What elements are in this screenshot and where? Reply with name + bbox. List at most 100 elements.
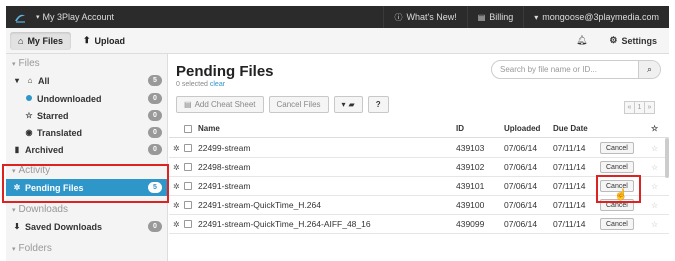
column-id[interactable]: ID [456,120,464,137]
sidebar: ▾ Files ▾ ⌂ All 5 Undownloaded 0 ☆ Starr… [6,54,168,261]
row-checkbox[interactable] [184,144,192,152]
search-input[interactable] [492,61,638,78]
pager-next-button[interactable]: » [644,101,655,114]
file-name[interactable]: 22491-stream [198,177,250,195]
billing-label: Billing [489,12,514,22]
spinner-icon: ✲ [173,219,180,229]
sidebar-section-folders[interactable]: ▾ Folders [12,243,52,254]
star-icon[interactable]: ☆ [651,215,658,233]
sidebar-item-label: Saved Downloads [25,221,103,232]
file-id: 439100 [456,200,485,210]
column-name[interactable]: Name [198,120,220,137]
row-checkbox[interactable] [184,163,192,171]
list-icon: ▤ [184,100,192,109]
top-navbar: ▾ My 3Play Account ⓘ What's New! ▤ Billi… [6,6,669,28]
table-header: Name ID Uploaded Due Date ☆ [169,120,669,138]
folder-icon: ▰ [348,100,355,109]
column-star-icon[interactable]: ☆ [651,120,658,137]
sidebar-item-translated[interactable]: ◉ Translated 0 [6,124,168,141]
star-icon[interactable]: ☆ [651,139,658,157]
table-row[interactable]: ✲ 22498-stream 439102 07/06/14 07/11/14 … [169,158,669,177]
table-row[interactable]: ✲ 22499-stream 439103 07/06/14 07/11/14 … [169,139,669,158]
chevron-down-icon: ▾ [341,100,346,109]
bell-icon[interactable]: 🔔︎ [576,35,587,46]
user-menu[interactable]: ▾ mongoose@3playmedia.com [523,6,669,28]
help-icon: ? [375,100,381,109]
section-label: Folders [18,243,52,254]
file-name[interactable]: 22499-stream [198,139,250,157]
row-checkbox[interactable] [184,201,192,209]
help-button[interactable]: ? [367,96,389,113]
due-date: 07/11/14 [553,181,586,191]
spinner-icon: ✲ [173,143,180,153]
due-date: 07/11/14 [553,200,586,210]
tab-my-files[interactable]: ⌂ My Files [10,31,71,50]
table-row[interactable]: ✲ 22491-stream-QuickTime_H.264-AIFF_48_1… [169,215,669,234]
whats-new-link[interactable]: ⓘ What's New! [383,6,466,28]
home-icon: ⌂ [27,76,33,85]
move-to-folder-dropdown[interactable]: ▾ ▰ [333,96,363,113]
button-label: Cancel Files [276,100,321,109]
row-checkbox[interactable] [184,182,192,190]
chevron-down-icon: ▾ [12,60,16,68]
download-icon: ⬇ [13,222,21,231]
count-badge: 0 [148,110,162,121]
cancel-button[interactable]: Cancel [600,218,634,230]
file-name[interactable]: 22491-stream-QuickTime_H.264 [198,196,321,214]
cancel-button[interactable]: Cancel [600,161,634,173]
file-name[interactable]: 22491-stream-QuickTime_H.264-AIFF_48_16 [198,215,371,233]
upload-icon: ⬆ [82,35,91,45]
select-all-checkbox[interactable] [184,124,192,133]
sidebar-item-undownloaded[interactable]: Undownloaded 0 [6,90,168,107]
account-label: My 3Play Account [42,12,115,22]
account-menu[interactable]: ▾ My 3Play Account [36,12,114,22]
tab-upload[interactable]: ⬆ Upload [75,32,133,50]
uploaded-date: 07/06/14 [504,162,538,172]
user-email: mongoose@3playmedia.com [542,12,659,22]
sidebar-item-saved-downloads[interactable]: ⬇ Saved Downloads 0 [6,218,168,235]
uploaded-date: 07/06/14 [504,219,538,229]
scrollbar[interactable] [665,138,669,178]
table-row[interactable]: ✲ 22491-stream-QuickTime_H.264 439100 07… [169,196,669,215]
row-checkbox[interactable] [184,220,192,228]
sidebar-item-starred[interactable]: ☆ Starred 0 [6,107,168,124]
section-label: Files [18,58,40,69]
count-badge: 0 [148,144,162,155]
star-icon[interactable]: ☆ [651,158,658,176]
sub-navbar: ⌂ My Files ⬆ Upload 🔔︎ ⚙ Settings [6,28,669,54]
column-uploaded[interactable]: Uploaded [504,120,540,137]
sidebar-item-label: Translated [37,127,83,138]
home-icon: ⌂ [18,35,24,46]
chevron-down-icon: ▾ [12,245,16,253]
billing-link[interactable]: ▤ Billing [466,6,524,28]
search-icon: ⌕ [646,64,653,74]
star-icon[interactable]: ☆ [651,196,658,214]
search-button[interactable]: ⌕ [638,61,660,78]
3play-logo-icon[interactable] [6,6,34,28]
button-label: Add Cheat Sheet [194,100,256,109]
cancel-button[interactable]: Cancel [600,142,634,154]
tab-upload-label: Upload [94,35,126,46]
settings-link[interactable]: ⚙ Settings [609,35,657,46]
add-cheat-sheet-button[interactable]: ▤ Add Cheat Sheet [176,96,264,113]
sidebar-section-files[interactable]: ▾ Files [12,58,40,69]
chevron-down-icon: ▾ [12,206,16,214]
sidebar-item-all[interactable]: ▾ ⌂ All 5 [6,72,168,89]
action-toolbar: ▤ Add Cheat Sheet Cancel Files ▾ ▰ ? [176,96,394,113]
clear-selection-link[interactable]: clear [210,81,225,88]
pagination: « 1 » [624,101,655,114]
column-due-date[interactable]: Due Date [553,120,588,137]
count-badge: 5 [148,75,162,86]
table-row[interactable]: ✲ 22491-stream 439101 07/06/14 07/11/14 … [169,177,669,196]
chevron-down-icon: ▾ [534,12,539,22]
due-date: 07/11/14 [553,143,586,153]
selection-status: 0 selected clear [176,81,225,88]
star-icon[interactable]: ☆ [651,177,658,195]
file-name[interactable]: 22498-stream [198,158,250,176]
spinner-icon: ✲ [173,162,180,172]
highlight-activity-box [2,164,169,203]
cancel-files-button[interactable]: Cancel Files [268,96,329,113]
tab-my-files-label: My Files [27,35,63,46]
sidebar-item-archived[interactable]: ▮ Archived 0 [6,141,168,158]
sidebar-section-downloads[interactable]: ▾ Downloads [12,204,68,215]
